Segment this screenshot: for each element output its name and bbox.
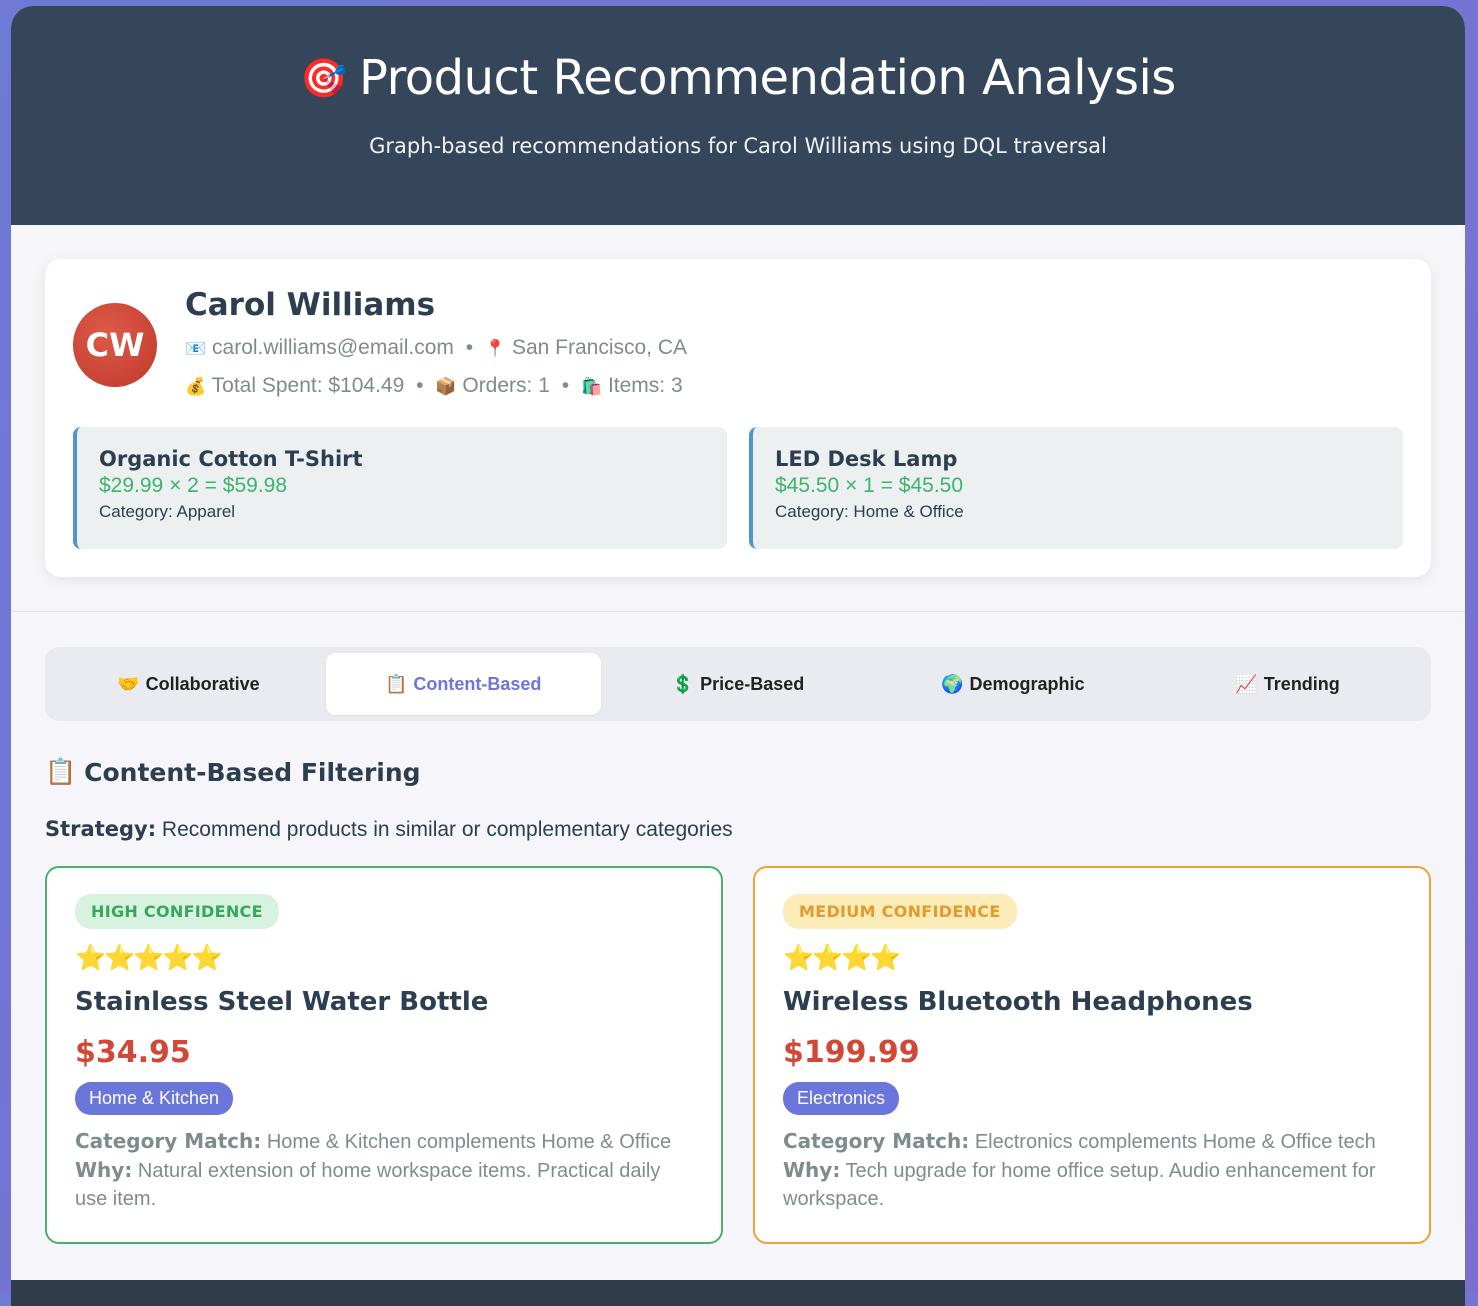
match-label: Category Match: xyxy=(783,1129,970,1153)
package-icon: 📦 xyxy=(435,377,457,396)
page-title-text: Product Recommendation Analysis xyxy=(359,50,1176,106)
why-label: Why: xyxy=(783,1158,841,1182)
tab-collaborative[interactable]: 🤝 Collaborative xyxy=(51,653,326,715)
section-title: 📋 Content-Based Filtering xyxy=(45,757,1431,787)
contact-line: 📧 carol.williams@email.com • 📍 San Franc… xyxy=(185,329,687,367)
separator-dot: • xyxy=(561,374,570,397)
money-bag-icon: 💰 xyxy=(185,377,207,396)
strategy-description: Strategy: Recommend products in similar … xyxy=(45,817,1431,842)
why-label: Why: xyxy=(75,1158,133,1182)
tab-content-based[interactable]: 📋 Content-Based xyxy=(325,653,601,715)
why-text: Natural extension of home workspace item… xyxy=(75,1160,661,1210)
strategy-text: Recommend products in similar or complem… xyxy=(156,818,733,841)
page-subtitle: Graph-based recommendations for Carol Wi… xyxy=(369,134,1107,158)
purchase-name: Organic Cotton T-Shirt xyxy=(99,447,363,471)
tab-label: Trending xyxy=(1263,673,1340,694)
globe-icon: 🌍 xyxy=(941,673,964,694)
page-header: 🎯 Product Recommendation Analysis Graph-… xyxy=(11,6,1465,225)
product-name: Wireless Bluetooth Headphones xyxy=(783,987,1253,1017)
order-count: Orders: 1 xyxy=(462,374,550,397)
tab-trending[interactable]: 📈 Trending xyxy=(1150,653,1425,715)
email-icon: 📧 xyxy=(185,339,207,358)
clipboard-icon: 📋 xyxy=(45,757,77,786)
tab-demographic[interactable]: 🌍 Demographic xyxy=(875,653,1150,715)
tab-label: Price-Based xyxy=(700,673,805,694)
recommendation-section: 🤝 Collaborative 📋 Content-Based 💲 Price-… xyxy=(11,612,1465,1244)
product-name: Stainless Steel Water Bottle xyxy=(75,987,489,1017)
purchase-item: Organic Cotton T-Shirt $29.99 × 2 = $59.… xyxy=(73,427,727,549)
recommendation-card[interactable]: HIGH CONFIDENCE ⭐⭐⭐⭐⭐ Stainless Steel Wa… xyxy=(45,866,723,1244)
item-count: Items: 3 xyxy=(607,374,683,397)
confidence-badge: MEDIUM CONFIDENCE xyxy=(783,894,1017,929)
tab-label: Content-Based xyxy=(413,673,542,694)
page-title: 🎯 Product Recommendation Analysis xyxy=(11,50,1465,106)
handshake-icon: 🤝 xyxy=(117,673,140,694)
separator-dot: • xyxy=(416,374,424,397)
avatar: CW xyxy=(73,303,157,387)
chart-up-icon: 📈 xyxy=(1235,673,1258,694)
purchase-name: LED Desk Lamp xyxy=(775,447,958,471)
purchase-price: $29.99 × 2 = $59.98 xyxy=(99,474,288,497)
total-spent: Total Spent: $104.49 xyxy=(211,374,405,397)
recommendation-reason: Category Match: Home & Kitchen complemen… xyxy=(75,1127,693,1213)
dollar-icon: 💲 xyxy=(671,673,695,694)
strategy-label: Strategy: xyxy=(45,817,157,841)
strategy-tabs: 🤝 Collaborative 📋 Content-Based 💲 Price-… xyxy=(45,647,1431,721)
separator-dot: • xyxy=(465,336,474,359)
match-text: Home & Kitchen complements Home & Office xyxy=(261,1131,672,1153)
category-tag: Home & Kitchen xyxy=(75,1082,234,1115)
section-title-text: Content-Based Filtering xyxy=(84,757,421,787)
tab-price-based[interactable]: 💲 Price-Based xyxy=(601,653,876,715)
purchase-category: Category: Apparel xyxy=(99,502,236,521)
purchase-price: $45.50 × 1 = $45.50 xyxy=(775,474,964,497)
app-window: 🎯 Product Recommendation Analysis Graph-… xyxy=(11,6,1465,1306)
stats-line: 💰 Total Spent: $104.49 • 📦 Orders: 1 • 🛍… xyxy=(185,367,687,405)
tab-label: Demographic xyxy=(969,673,1085,694)
footer-bar xyxy=(11,1280,1465,1306)
profile-section: CW Carol Williams 📧 carol.williams@email… xyxy=(11,225,1465,612)
target-icon: 🎯 xyxy=(300,55,347,100)
star-rating: ⭐⭐⭐⭐ xyxy=(783,943,902,972)
confidence-badge: HIGH CONFIDENCE xyxy=(75,894,279,929)
recommendation-reason: Category Match: Electronics complements … xyxy=(783,1127,1401,1213)
tab-label: Collaborative xyxy=(145,673,260,694)
match-label: Category Match: xyxy=(75,1129,262,1153)
customer-profile-card: CW Carol Williams 📧 carol.williams@email… xyxy=(45,259,1431,577)
purchase-item: LED Desk Lamp $45.50 × 1 = $45.50 Catego… xyxy=(749,427,1403,549)
purchase-category: Category: Home & Office xyxy=(775,502,964,521)
star-rating: ⭐⭐⭐⭐⭐ xyxy=(75,943,223,972)
product-price: $34.95 xyxy=(75,1035,191,1070)
match-text: Electronics complements Home & Office te… xyxy=(969,1131,1376,1153)
customer-name: Carol Williams xyxy=(185,287,436,323)
category-tag: Electronics xyxy=(783,1082,900,1115)
recommendation-cards: HIGH CONFIDENCE ⭐⭐⭐⭐⭐ Stainless Steel Wa… xyxy=(45,866,1431,1244)
clipboard-icon: 📋 xyxy=(384,673,408,694)
product-price: $199.99 xyxy=(783,1035,920,1070)
customer-location: San Francisco, CA xyxy=(511,336,688,359)
purchase-history: Organic Cotton T-Shirt $29.99 × 2 = $59.… xyxy=(73,427,1403,549)
customer-email: carol.williams@email.com xyxy=(212,336,454,359)
shopping-bags-icon: 🛍️ xyxy=(580,377,603,396)
recommendation-card[interactable]: MEDIUM CONFIDENCE ⭐⭐⭐⭐ Wireless Bluetoot… xyxy=(753,866,1431,1244)
location-pin-icon: 📍 xyxy=(484,339,507,358)
why-text: Tech upgrade for home office setup. Audi… xyxy=(783,1160,1376,1210)
